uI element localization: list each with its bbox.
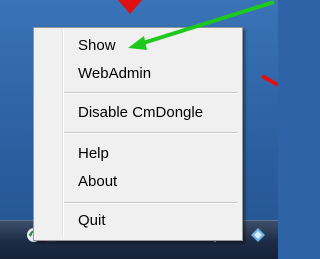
menu-item-disable-cmdongle[interactable]: Disable CmDongle <box>36 102 240 124</box>
tray-context-menu: Show WebAdmin Disable CmDongle Help Abou… <box>33 27 243 241</box>
menu-item-about[interactable]: About <box>36 171 240 193</box>
menu-item-webadmin[interactable]: WebAdmin <box>36 63 240 85</box>
menu-item-show[interactable]: Show <box>36 35 240 57</box>
menu-separator <box>64 92 238 94</box>
menu-separator <box>64 202 238 204</box>
network-icon[interactable] <box>250 227 266 243</box>
menu-gutter-divider <box>62 30 64 238</box>
menu-item-help[interactable]: Help <box>36 143 240 165</box>
menu-item-quit[interactable]: Quit <box>36 210 240 232</box>
menu-separator <box>64 132 238 134</box>
